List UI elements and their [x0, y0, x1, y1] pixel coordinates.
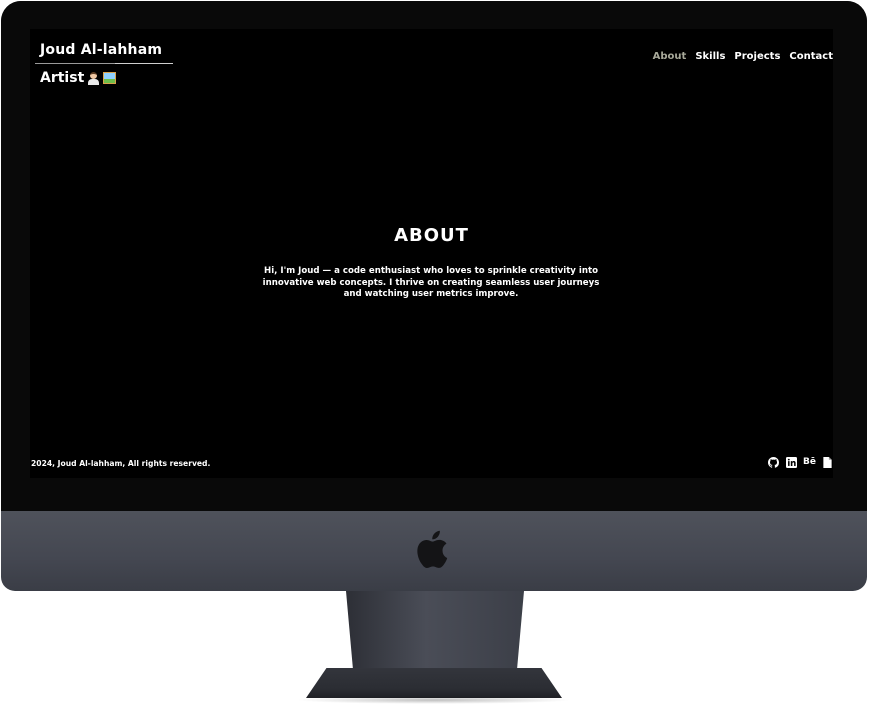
about-heading: ABOUT	[394, 225, 469, 246]
nav-link-skills[interactable]: Skills	[695, 51, 725, 62]
footer-social-links: Bē	[768, 457, 833, 468]
document-icon[interactable]	[822, 457, 833, 468]
role-label: Artist	[40, 70, 85, 86]
behance-icon[interactable]: Bē	[803, 457, 816, 468]
nav-link-contact[interactable]: Contact	[789, 51, 833, 62]
artist-emoji-icon	[87, 71, 100, 85]
role-line: Artist	[40, 70, 117, 86]
website-screen: Joud Al-lahham Artist About Skills Proje…	[30, 29, 833, 478]
brand-underline	[35, 63, 173, 64]
main-nav: About Skills Projects Contact	[653, 51, 833, 62]
imac-stand-neck	[346, 591, 524, 671]
about-paragraph: Hi, I'm Joud — a code enthusiast who lov…	[262, 266, 600, 299]
nav-link-projects[interactable]: Projects	[734, 51, 780, 62]
framed-picture-emoji-icon	[103, 72, 117, 84]
nav-link-about[interactable]: About	[653, 51, 687, 62]
stand-shadow	[296, 696, 572, 704]
linkedin-icon[interactable]	[786, 457, 797, 468]
site-owner-name[interactable]: Joud Al-lahham	[40, 42, 162, 58]
footer-copyright: 2024, Joud Al-lahham, All rights reserve…	[31, 459, 211, 468]
apple-logo-icon	[416, 527, 454, 571]
imac-stand-foot	[306, 668, 562, 698]
github-icon[interactable]	[768, 457, 779, 468]
